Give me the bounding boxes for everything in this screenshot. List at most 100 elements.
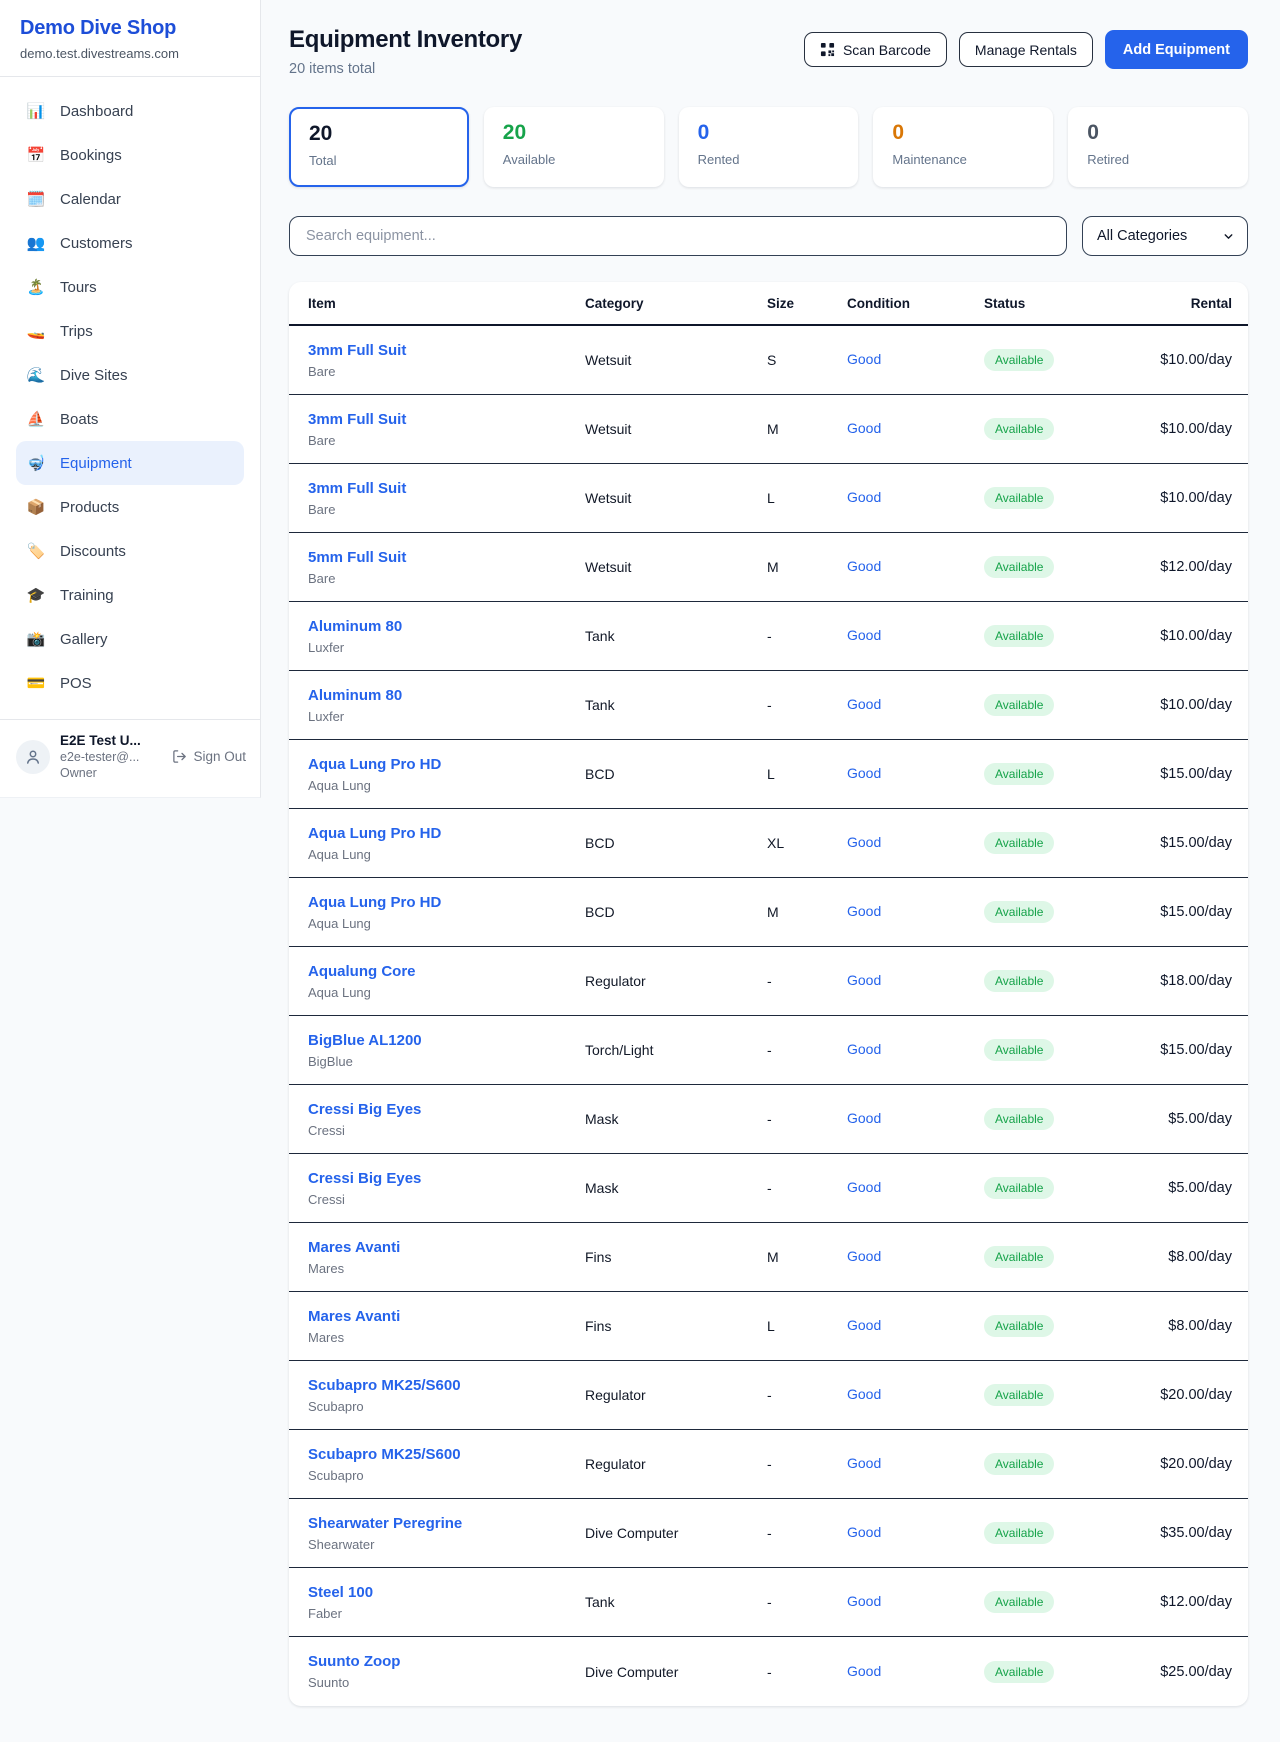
table-row: 3mm Full Suit Bare Wetsuit M Good Availa… [289,395,1248,464]
item-name-link[interactable]: Suunto Zoop [308,1653,400,1670]
condition-link[interactable]: Good [847,696,881,712]
item-name-link[interactable]: Mares Avanti [308,1308,400,1325]
stat-card[interactable]: 0 Rented [679,107,859,187]
sidebar-item[interactable]: 📅 Bookings [16,133,244,177]
item-name-link[interactable]: Mares Avanti [308,1239,400,1256]
avatar [16,740,50,774]
sidebar-item[interactable]: ⛵ Boats [16,397,244,441]
condition-link[interactable]: Good [847,1317,881,1333]
stat-card[interactable]: 0 Maintenance [873,107,1053,187]
sidebar-item[interactable]: 👥 Customers [16,221,244,265]
condition-link[interactable]: Good [847,1386,881,1402]
condition-link[interactable]: Good [847,903,881,919]
stat-card[interactable]: 0 Retired [1068,107,1248,187]
item-size: M [767,904,847,920]
sidebar-item-label: Boats [60,411,98,428]
condition-link[interactable]: Good [847,1455,881,1471]
condition-link[interactable]: Good [847,1110,881,1126]
condition-link[interactable]: Good [847,1041,881,1057]
sidebar-item[interactable]: 🏝️ Tours [16,265,244,309]
condition-link[interactable]: Good [847,558,881,574]
item-name-link[interactable]: Cressi Big Eyes [308,1101,421,1118]
item-name-link[interactable]: 5mm Full Suit [308,549,406,566]
status-cell: Available [984,694,1144,716]
rental-price: $10.00/day [1144,628,1232,644]
condition-link[interactable]: Good [847,1248,881,1264]
sidebar-item[interactable]: 🏷️ Discounts [16,529,244,573]
sidebar-item-label: Discounts [60,543,126,560]
item-name-link[interactable]: Steel 100 [308,1584,373,1601]
status-cell: Available [984,556,1144,578]
status-cell: Available [984,1591,1144,1613]
sidebar-item[interactable]: 🗓️ Calendar [16,177,244,221]
status-badge: Available [984,418,1054,440]
page-header: Equipment Inventory 20 items total Scan … [289,26,1248,77]
item-cell: Scubapro MK25/S600 Scubapro [308,1377,585,1414]
brand-title[interactable]: Demo Dive Shop [20,17,240,40]
stat-card[interactable]: 20 Available [484,107,664,187]
col-header-rental: Rental [1144,296,1232,311]
item-size: - [767,697,847,713]
condition-link[interactable]: Good [847,765,881,781]
category-select[interactable]: All Categories [1082,216,1248,256]
item-category: BCD [585,835,767,851]
item-cell: Steel 100 Faber [308,1584,585,1621]
item-name-link[interactable]: Scubapro MK25/S600 [308,1446,461,1463]
item-name-link[interactable]: Aqua Lung Pro HD [308,756,441,773]
condition-link[interactable]: Good [847,834,881,850]
item-category: Wetsuit [585,559,767,575]
user-meta: E2E Test U... e2e-tester@... Owner [60,733,141,780]
stat-card[interactable]: 20 Total [289,107,469,187]
condition-link[interactable]: Good [847,1593,881,1609]
condition-link[interactable]: Good [847,1663,881,1679]
sidebar-item-label: Gallery [60,631,108,648]
scan-barcode-button[interactable]: Scan Barcode [804,32,947,67]
status-cell: Available [984,1453,1144,1475]
item-cell: 3mm Full Suit Bare [308,342,585,379]
condition-cell: Good [847,765,984,783]
nav-item-icon: 📅 [26,148,46,163]
condition-link[interactable]: Good [847,1179,881,1195]
sidebar-item[interactable]: 🌊 Dive Sites [16,353,244,397]
status-badge: Available [984,487,1054,509]
table-row: Mares Avanti Mares Fins L Good Available… [289,1292,1248,1361]
item-name-link[interactable]: Shearwater Peregrine [308,1515,462,1532]
sidebar-item[interactable]: 💳 POS [16,661,244,705]
status-badge: Available [984,1453,1054,1475]
sidebar-item[interactable]: 📦 Products [16,485,244,529]
stat-value: 0 [892,121,1034,145]
item-category: Tank [585,697,767,713]
manage-rentals-button[interactable]: Manage Rentals [959,32,1093,67]
item-name-link[interactable]: BigBlue AL1200 [308,1032,422,1049]
item-name-link[interactable]: Aqua Lung Pro HD [308,894,441,911]
add-equipment-button[interactable]: Add Equipment [1105,30,1248,69]
sidebar-item[interactable]: 📸 Gallery [16,617,244,661]
search-input[interactable] [289,216,1067,256]
condition-link[interactable]: Good [847,489,881,505]
sidebar-item[interactable]: 📊 Dashboard [16,89,244,133]
sidebar-item[interactable]: 🎓 Training [16,573,244,617]
status-cell: Available [984,832,1144,854]
condition-link[interactable]: Good [847,972,881,988]
item-name-link[interactable]: Aqua Lung Pro HD [308,825,441,842]
item-name-link[interactable]: Aluminum 80 [308,618,402,635]
status-badge: Available [984,970,1054,992]
condition-link[interactable]: Good [847,627,881,643]
item-name-link[interactable]: Aqualung Core [308,963,416,980]
status-badge: Available [984,832,1054,854]
condition-link[interactable]: Good [847,351,881,367]
sidebar-item[interactable]: 🚤 Trips [16,309,244,353]
sign-out-button[interactable]: Sign Out [172,749,246,764]
item-name-link[interactable]: Scubapro MK25/S600 [308,1377,461,1394]
item-name-link[interactable]: 3mm Full Suit [308,411,406,428]
item-brand: Aqua Lung [308,778,585,793]
item-name-link[interactable]: Cressi Big Eyes [308,1170,421,1187]
item-name-link[interactable]: Aluminum 80 [308,687,402,704]
item-name-link[interactable]: 3mm Full Suit [308,342,406,359]
item-name-link[interactable]: 3mm Full Suit [308,480,406,497]
user-section: E2E Test U... e2e-tester@... Owner Sign … [0,719,260,795]
sidebar-item[interactable]: 🤿 Equipment [16,441,244,485]
condition-link[interactable]: Good [847,420,881,436]
condition-link[interactable]: Good [847,1524,881,1540]
item-size: M [767,1249,847,1265]
